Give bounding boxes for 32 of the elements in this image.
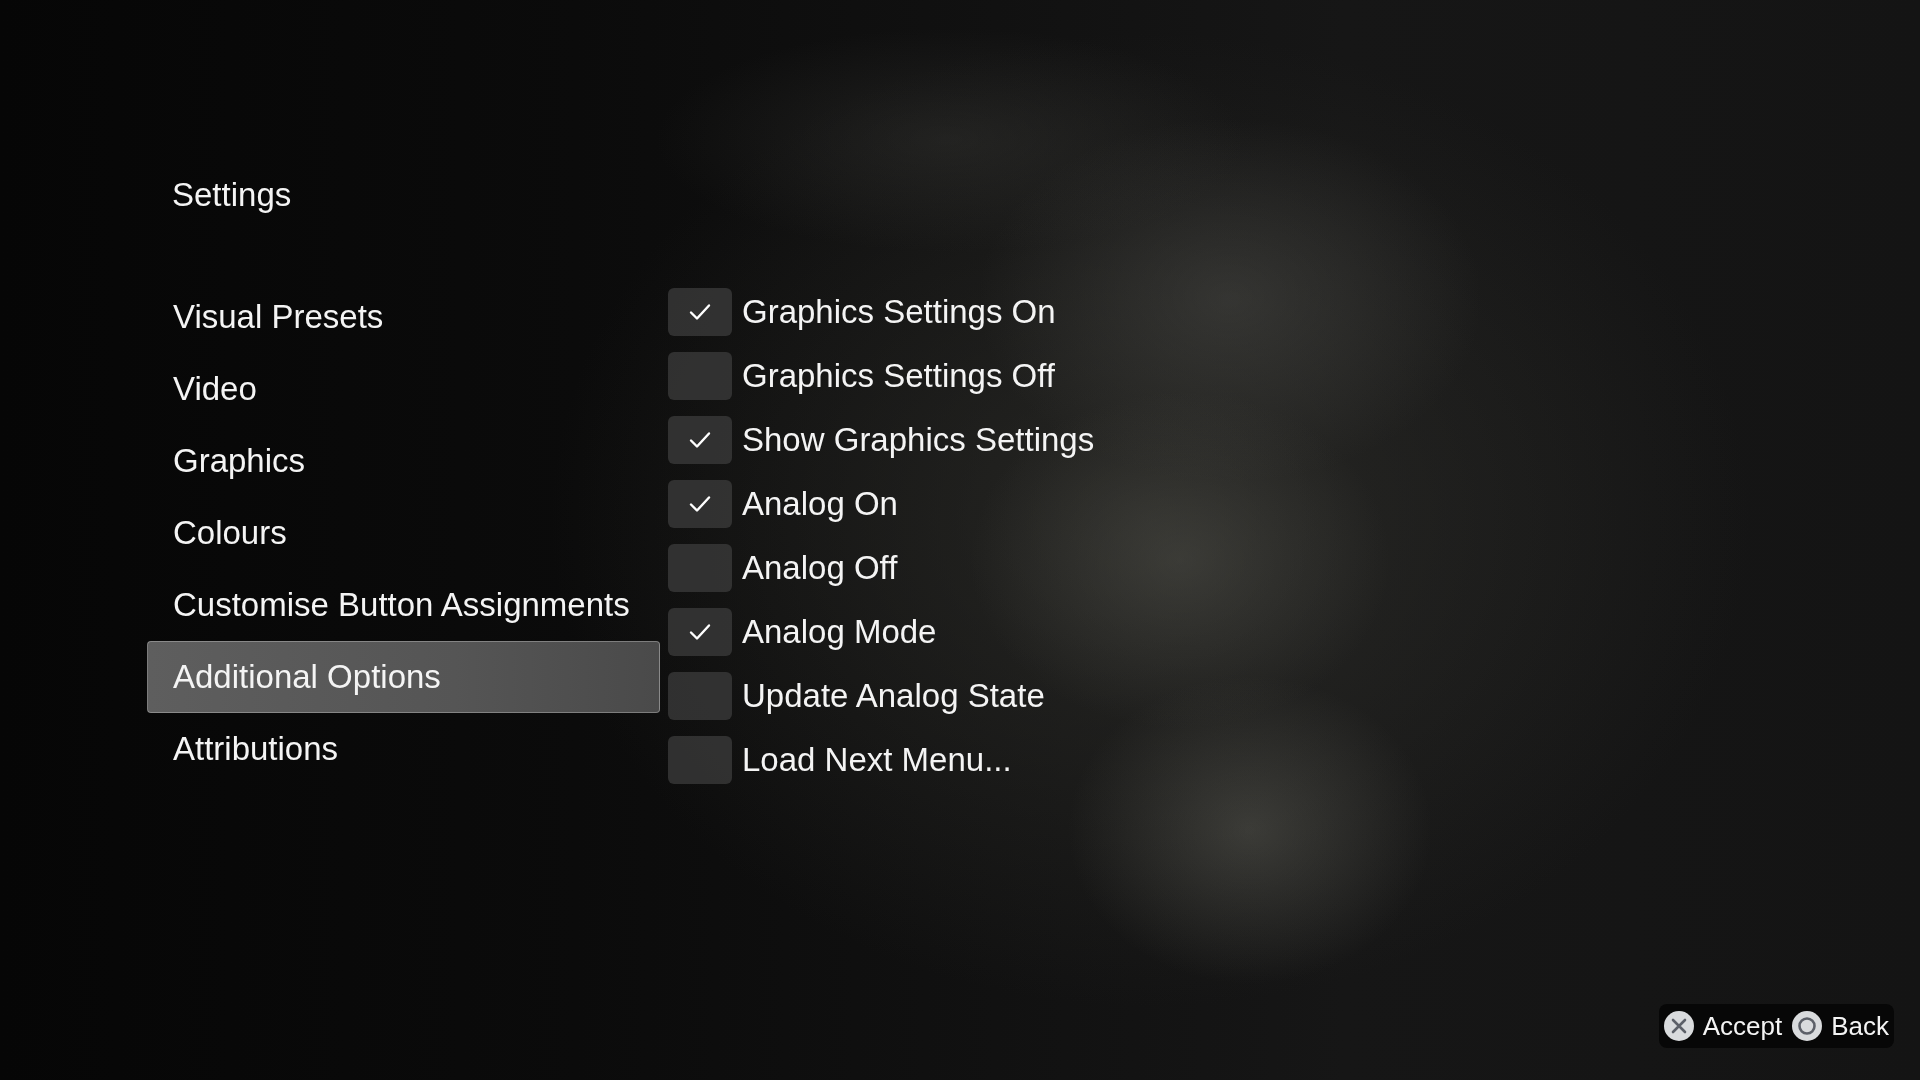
option-label: Analog Mode: [742, 613, 937, 651]
hint-button[interactable]: Accept: [1663, 1010, 1783, 1042]
menu-item[interactable]: Video: [147, 353, 660, 425]
option-label: Graphics Settings Off: [742, 357, 1056, 395]
check-icon: [689, 495, 711, 513]
checkbox[interactable]: [668, 544, 732, 592]
check-icon: [689, 431, 711, 449]
option-label: Update Analog State: [742, 677, 1045, 715]
option-label: Graphics Settings On: [742, 293, 1056, 331]
checkbox[interactable]: [668, 288, 732, 336]
menu-item[interactable]: Customise Button Assignments: [147, 569, 660, 641]
checkbox[interactable]: [668, 608, 732, 656]
option-label: Load Next Menu...: [742, 741, 1012, 779]
check-icon: [689, 303, 711, 321]
menu-item[interactable]: Colours: [147, 497, 660, 569]
option-label: Analog Off: [742, 549, 898, 587]
cross-icon: [1663, 1011, 1694, 1041]
checkbox[interactable]: [668, 736, 732, 784]
checkbox[interactable]: [668, 672, 732, 720]
checkbox[interactable]: [668, 416, 732, 464]
menu-item[interactable]: Visual Presets: [147, 281, 660, 353]
hint-button[interactable]: Back: [1792, 1010, 1889, 1042]
option-label: Analog On: [742, 485, 898, 523]
option-label: Show Graphics Settings: [742, 421, 1095, 459]
circle-icon: [1792, 1011, 1823, 1041]
menu-item[interactable]: Attributions: [147, 713, 660, 785]
page-title: Settings: [172, 175, 292, 215]
checkbox[interactable]: [668, 352, 732, 400]
check-icon: [689, 623, 711, 641]
menu-item[interactable]: Additional Options: [147, 641, 660, 713]
checkbox[interactable]: [668, 480, 732, 528]
menu-item[interactable]: Graphics: [147, 425, 660, 497]
